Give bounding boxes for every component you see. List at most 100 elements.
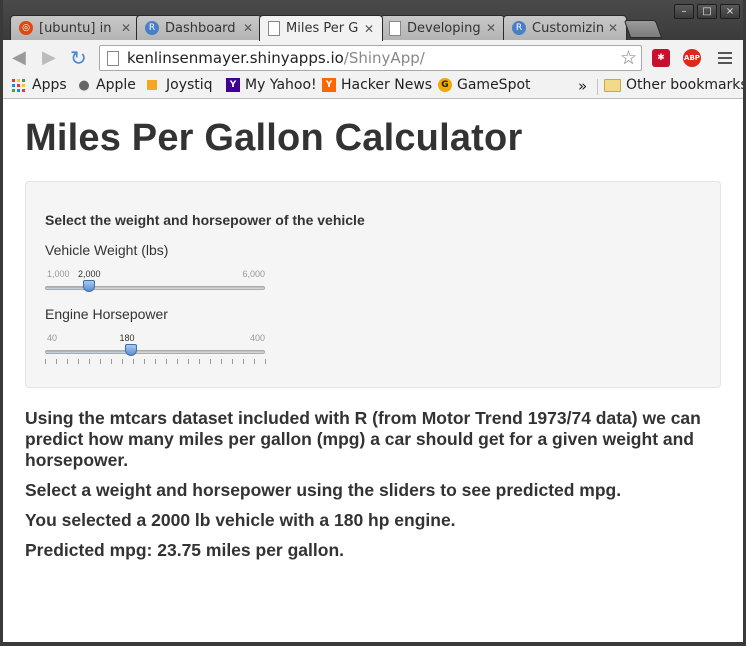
bookmarks-divider <box>597 79 598 95</box>
hp-slider-handle[interactable] <box>124 344 137 356</box>
joystiq-icon <box>147 80 157 90</box>
tab-ubuntu[interactable]: ◎ [ubuntu] in ✕ <box>10 15 140 40</box>
slider-tick <box>144 359 145 364</box>
tab-miles-per-gallon[interactable]: Miles Per G ✕ <box>259 15 383 41</box>
yahoo-icon: Y <box>226 78 240 92</box>
bookmark-star-icon[interactable]: ☆ <box>620 47 637 69</box>
apps-icon <box>12 78 25 92</box>
instructions-text: Select a weight and horsepower using the… <box>25 480 622 500</box>
weight-slider[interactable]: 1,000 2,000 6,000 <box>45 269 267 309</box>
slider-tick <box>111 359 112 364</box>
hp-min-label: 40 <box>47 333 58 343</box>
page-icon <box>389 20 401 36</box>
slider-tick <box>133 359 134 364</box>
slider-tick <box>188 359 189 364</box>
page-icon <box>107 50 119 66</box>
bookmark-label: My Yahoo! <box>245 77 317 93</box>
slider-tick <box>155 359 156 364</box>
tab-dashboard[interactable]: R Dashboard ✕ <box>136 15 262 40</box>
panel-heading: Select the weight and horsepower of the … <box>45 212 365 228</box>
input-panel: Select the weight and horsepower of the … <box>25 181 721 388</box>
lastpass-icon[interactable]: ✱ <box>652 49 670 67</box>
weight-min-label: 1,000 <box>47 269 70 279</box>
bookmarks-overflow-button[interactable]: » <box>578 77 587 95</box>
slider-tick <box>177 359 178 364</box>
weight-value-label: 2,000 <box>78 269 101 279</box>
tab-label: Dashboard <box>165 20 236 36</box>
r-logo-icon: R <box>145 21 159 35</box>
bookmark-other[interactable]: Other bookmarks <box>604 77 746 93</box>
slider-tick <box>78 359 79 364</box>
bookmark-label: GameSpot <box>457 77 531 93</box>
slider-tick <box>265 359 266 364</box>
weight-slider-handle[interactable] <box>83 280 95 292</box>
tab-label: Customizin <box>532 20 604 36</box>
window-controls: – □ × <box>674 4 740 19</box>
bookmarks-bar: Apps ● Apple Joystiq Y My Yahoo! Y Hacke… <box>0 76 746 99</box>
bookmark-label: Apps <box>32 77 67 93</box>
slider-ticks <box>45 359 267 365</box>
apple-icon: ● <box>78 77 90 93</box>
weight-max-label: 6,000 <box>242 269 265 279</box>
slider-tick <box>254 359 255 364</box>
reload-icon[interactable]: ↻ <box>70 48 87 68</box>
slider-track[interactable] <box>45 286 265 290</box>
hp-slider-label: Engine Horsepower <box>45 306 168 322</box>
browser-toolbar: ◀ ▶ ↻ kenlinsenmayer.shinyapps.io/ShinyA… <box>0 40 746 76</box>
close-window-button[interactable]: × <box>720 4 740 19</box>
close-icon[interactable]: ✕ <box>608 21 620 35</box>
bookmark-my-yahoo[interactable]: Y My Yahoo! <box>226 77 317 93</box>
bookmark-label: Apple <box>96 77 136 93</box>
slider-track[interactable] <box>45 350 265 354</box>
url-path: /ShinyApp/ <box>343 49 425 67</box>
selection-text: You selected a 2000 lb vehicle with a 18… <box>25 510 456 530</box>
new-tab-button[interactable] <box>623 20 663 38</box>
slider-tick <box>100 359 101 364</box>
hacker-news-icon: Y <box>322 78 336 92</box>
slider-tick <box>89 359 90 364</box>
bookmark-label: Joystiq <box>166 77 213 93</box>
ubuntu-icon: ◎ <box>19 21 33 35</box>
tab-label: Developing <box>407 20 481 36</box>
page-content: Miles Per Gallon Calculator Select the w… <box>3 99 743 642</box>
minimize-button[interactable]: – <box>674 4 694 19</box>
close-icon[interactable]: ✕ <box>243 21 255 35</box>
tab-developing[interactable]: Developing ✕ <box>380 15 505 40</box>
page-icon <box>268 21 280 36</box>
slider-tick <box>56 359 57 364</box>
close-icon[interactable]: ✕ <box>364 22 376 36</box>
slider-tick <box>45 359 46 364</box>
forward-arrow-icon[interactable]: ▶ <box>42 48 56 68</box>
slider-tick <box>122 359 123 364</box>
close-icon[interactable]: ✕ <box>121 21 133 35</box>
adblock-plus-icon[interactable]: ABP <box>683 49 701 67</box>
intro-text: Using the mtcars dataset included with R… <box>25 408 701 470</box>
back-arrow-icon[interactable]: ◀ <box>12 48 26 68</box>
bookmark-apps[interactable]: Apps <box>12 77 67 93</box>
hp-value-label: 180 <box>119 333 135 343</box>
hp-slider[interactable]: 40 180 400 <box>45 333 267 373</box>
slider-tick <box>67 359 68 364</box>
folder-icon <box>604 78 621 92</box>
slider-tick <box>221 359 222 364</box>
bookmark-label: Other bookmarks <box>626 77 746 93</box>
maximize-button[interactable]: □ <box>697 4 717 19</box>
bookmark-label: Hacker News <box>341 77 433 93</box>
bookmark-hacker-news[interactable]: Y Hacker News <box>322 77 432 93</box>
tab-strip: ◎ [ubuntu] in ✕ R Dashboard ✕ Miles Per … <box>0 0 746 41</box>
slider-tick <box>199 359 200 364</box>
close-icon[interactable]: ✕ <box>486 21 498 35</box>
weight-slider-label: Vehicle Weight (lbs) <box>45 242 169 258</box>
address-bar[interactable]: kenlinsenmayer.shinyapps.io/ShinyApp/ ☆ <box>99 45 642 71</box>
tab-label: [ubuntu] in <box>39 20 112 36</box>
page-title: Miles Per Gallon Calculator <box>25 117 523 159</box>
bookmark-gamespot[interactable]: G GameSpot <box>438 77 531 93</box>
slider-fill <box>46 351 132 353</box>
tab-label: Miles Per G <box>286 21 359 36</box>
menu-icon[interactable] <box>718 52 732 67</box>
bookmark-joystiq[interactable]: Joystiq <box>147 77 213 93</box>
slider-tick <box>166 359 167 364</box>
tab-customizing[interactable]: R Customizin ✕ <box>503 15 627 40</box>
gamespot-icon: G <box>438 78 452 92</box>
bookmark-apple[interactable]: ● Apple <box>77 77 136 93</box>
